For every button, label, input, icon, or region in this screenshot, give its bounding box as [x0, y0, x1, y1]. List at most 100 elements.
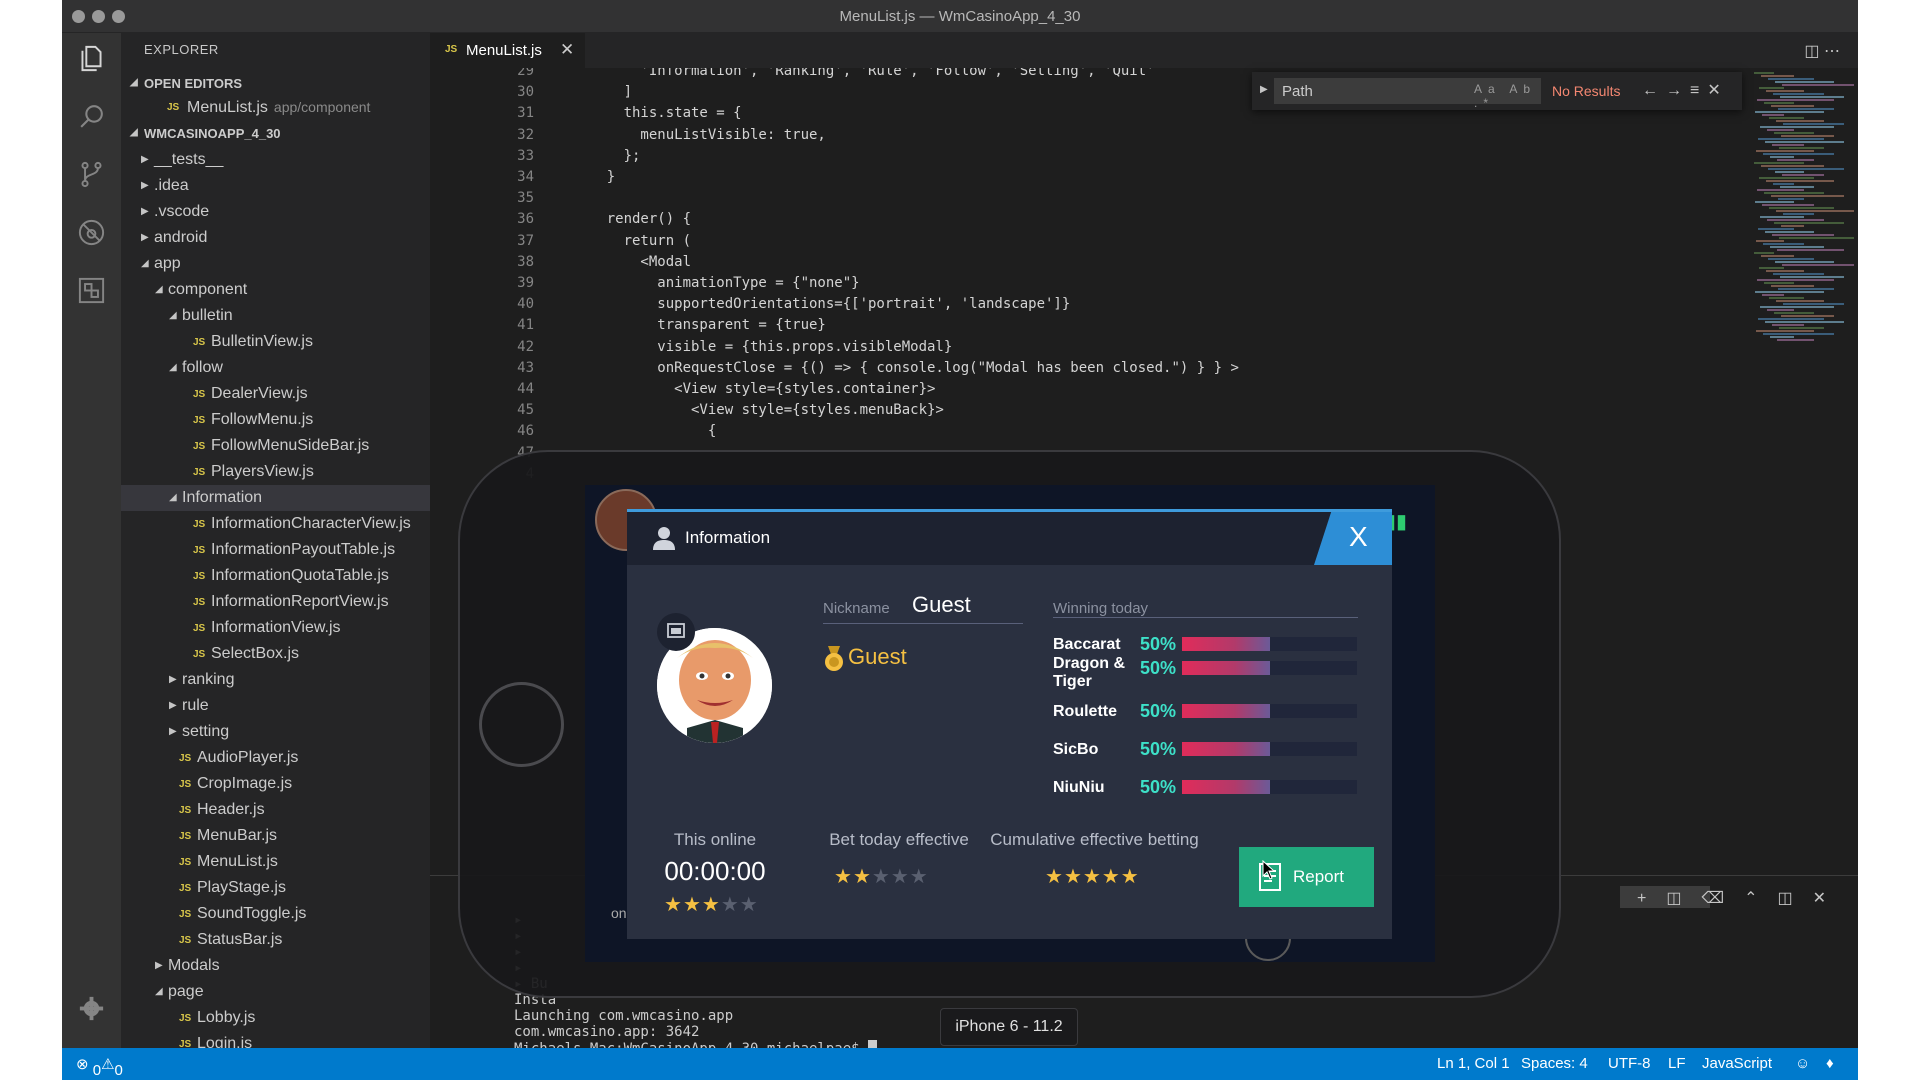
- tree-file[interactable]: JS InformationPayoutTable.js: [121, 537, 430, 563]
- close-tab-icon[interactable]: ✕: [560, 40, 574, 60]
- close-modal-button[interactable]: X: [1314, 512, 1392, 565]
- online-star-rating: ★★★★★: [664, 892, 759, 917]
- chevron-down-icon: ◢: [155, 986, 163, 997]
- tree-folder[interactable]: ▶ __tests__: [121, 147, 430, 173]
- tree-file[interactable]: JS Lobby.js: [121, 1005, 430, 1031]
- tree-folder[interactable]: ◢ page: [121, 979, 430, 1005]
- tree-file[interactable]: JS PlayersView.js: [121, 459, 430, 485]
- tree-file[interactable]: JS BulletinView.js: [121, 329, 430, 355]
- game-name: Dragon & Tiger: [1053, 655, 1125, 690]
- find-options[interactable]: Aa Ab .*: [1474, 82, 1541, 110]
- game-progress-bar: [1182, 704, 1357, 718]
- source-control-icon[interactable]: [76, 159, 107, 190]
- more-actions-icon[interactable]: ⋯: [1824, 43, 1840, 60]
- tree-folder[interactable]: ▶ setting: [121, 719, 430, 745]
- new-terminal-icon[interactable]: +: [1637, 890, 1666, 907]
- debug-icon[interactable]: [76, 217, 107, 248]
- tree-folder[interactable]: ▶ .vscode: [121, 199, 430, 225]
- minimap-line: [1775, 81, 1834, 83]
- minimap-line: [1766, 90, 1804, 92]
- line-number: 38: [517, 253, 534, 270]
- tree-item-label: InformationQuotaTable.js: [211, 567, 389, 584]
- tree-folder[interactable]: ◢ follow: [121, 355, 430, 381]
- explorer-icon[interactable]: [76, 43, 107, 74]
- tree-item-label: .vscode: [154, 203, 210, 220]
- tree-file[interactable]: JS AudioPlayer.js: [121, 745, 430, 771]
- close-panel-icon[interactable]: ✕: [1813, 890, 1846, 907]
- cursor-position[interactable]: Ln 1, Col 1: [1437, 1055, 1510, 1072]
- tree-file[interactable]: JS InformationCharacterView.js: [121, 511, 430, 537]
- tree-file[interactable]: JS CropImage.js: [121, 771, 430, 797]
- tree-folder[interactable]: ◢ app: [121, 251, 430, 277]
- minimap-line: [1770, 336, 1794, 338]
- star-filled-icon: ★: [1063, 866, 1083, 888]
- tree-file[interactable]: JS InformationView.js: [121, 615, 430, 641]
- tree-folder[interactable]: ◢ bulletin: [121, 303, 430, 329]
- minimap-line: [1764, 192, 1824, 194]
- tree-file[interactable]: JS SoundToggle.js: [121, 901, 430, 927]
- split-editor-icon[interactable]: ◫: [1804, 43, 1819, 60]
- kill-terminal-icon[interactable]: ⌫: [1701, 890, 1744, 907]
- nickname-value: Guest: [912, 592, 971, 617]
- project-section[interactable]: ◢ WMCASINOAPP_4_30: [121, 121, 430, 145]
- tree-file[interactable]: JS PlayStage.js: [121, 875, 430, 901]
- tree-folder[interactable]: ▶ .idea: [121, 173, 430, 199]
- home-button[interactable]: [479, 682, 564, 767]
- tree-file[interactable]: JS StatusBar.js: [121, 927, 430, 953]
- next-match-icon[interactable]: →: [1666, 82, 1690, 99]
- find-in-selection-icon[interactable]: ≡: [1690, 82, 1707, 99]
- chevron-right-icon: ▶: [155, 960, 163, 971]
- tab-menulist[interactable]: JS MenuList.js ✕: [430, 33, 585, 68]
- previous-match-icon[interactable]: ←: [1642, 82, 1666, 99]
- settings-gear-icon[interactable]: [76, 993, 107, 1024]
- tree-folder[interactable]: ▶ Modals: [121, 953, 430, 979]
- minimap-line: [1758, 138, 1824, 140]
- line-number: 46: [517, 423, 534, 440]
- tree-file[interactable]: JS InformationReportView.js: [121, 589, 430, 615]
- tree-file[interactable]: JS FollowMenu.js: [121, 407, 430, 433]
- search-icon[interactable]: [76, 101, 107, 132]
- tree-file[interactable]: JS DealerView.js: [121, 381, 430, 407]
- indentation[interactable]: Spaces: 4: [1521, 1055, 1588, 1072]
- tree-folder[interactable]: ◢ component: [121, 277, 430, 303]
- tree-file[interactable]: JS SelectBox.js: [121, 641, 430, 667]
- problems-indicator[interactable]: ⊗ 0 ⚠ 0: [76, 1055, 123, 1079]
- extensions-icon[interactable]: [76, 275, 107, 306]
- tree-folder[interactable]: ▶ rule: [121, 693, 430, 719]
- tree-file[interactable]: JS Header.js: [121, 797, 430, 823]
- minimap-line: [1774, 312, 1814, 314]
- notifications-bell-icon[interactable]: ♦: [1826, 1055, 1834, 1072]
- javascript-file-icon: JS: [179, 805, 192, 816]
- javascript-file-icon: JS: [193, 597, 206, 608]
- tree-file[interactable]: JS Login.js: [121, 1031, 430, 1048]
- minimap-line: [1765, 141, 1844, 143]
- tree-file[interactable]: JS FollowMenuSideBar.js: [121, 433, 430, 459]
- toggle-panel-icon[interactable]: ◫: [1777, 890, 1812, 907]
- game-progress-fill: [1182, 704, 1270, 718]
- tree-file[interactable]: JS InformationQuotaTable.js: [121, 563, 430, 589]
- toggle-replace-icon[interactable]: ▶: [1260, 84, 1268, 95]
- maximize-panel-icon[interactable]: ⌃: [1744, 890, 1777, 907]
- change-photo-icon[interactable]: [657, 613, 695, 651]
- report-button[interactable]: Report: [1239, 847, 1374, 907]
- minimap-line: [1770, 156, 1794, 158]
- line-number: 34: [517, 169, 534, 185]
- tree-folder[interactable]: ◢ Information: [121, 485, 430, 511]
- feedback-smiley-icon[interactable]: ☺: [1795, 1055, 1810, 1072]
- open-editors-section[interactable]: ◢ OPEN EDITORS: [121, 71, 430, 95]
- tree-file[interactable]: JS MenuBar.js: [121, 823, 430, 849]
- tree-folder[interactable]: ▶ android: [121, 225, 430, 251]
- tree-item-label: DealerView.js: [211, 385, 308, 402]
- tree-item-label: FollowMenu.js: [211, 411, 314, 428]
- close-find-icon[interactable]: ✕: [1707, 82, 1728, 99]
- encoding[interactable]: UTF-8: [1608, 1055, 1651, 1072]
- tree-file[interactable]: JS MenuList.js: [121, 849, 430, 875]
- line-ending[interactable]: LF: [1668, 1055, 1686, 1072]
- find-input[interactable]: Path Aa Ab .*: [1274, 78, 1541, 110]
- open-editor-item[interactable]: JS MenuList.js app/component: [121, 94, 430, 120]
- tree-folder[interactable]: ▶ ranking: [121, 667, 430, 693]
- minimap[interactable]: [1750, 68, 1858, 368]
- split-terminal-icon[interactable]: ◫: [1666, 890, 1701, 907]
- code-line: <View style={styles.menuBack}>: [573, 402, 944, 419]
- language-mode[interactable]: JavaScript: [1702, 1055, 1772, 1072]
